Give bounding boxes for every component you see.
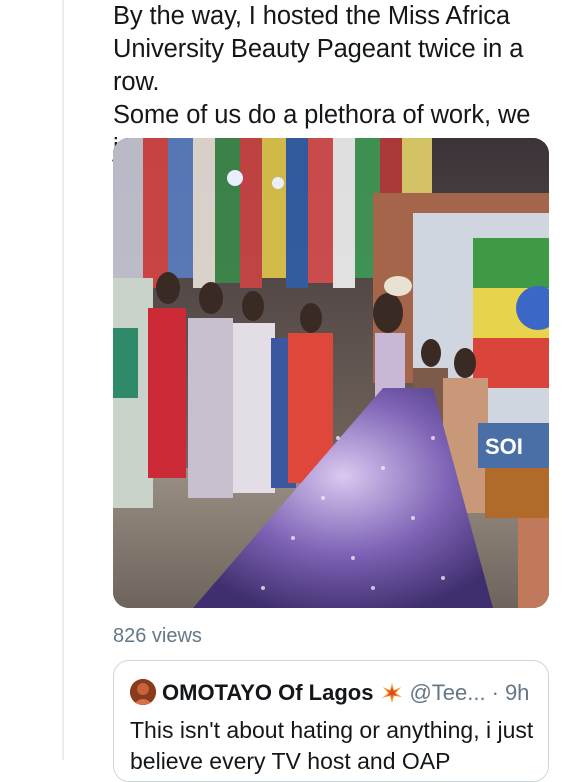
tweet-video-media[interactable]: SOI (113, 138, 549, 608)
quoted-tweet-time[interactable]: 9h (505, 680, 529, 706)
quoted-tweet-text: This isn't about hating or anything, i j… (130, 717, 534, 774)
quoted-tweet-card[interactable]: OMOTAYO Of Lagos @Tee... · 9h This isn't… (113, 660, 549, 782)
view-count: 826 views (113, 625, 202, 647)
quoted-tweet-header: OMOTAYO Of Lagos @Tee... · 9h (162, 679, 529, 707)
header-separator: · (491, 680, 499, 705)
video-overlay-sign: SOI (485, 434, 523, 459)
collision-emoji-icon (381, 682, 403, 704)
pageant-video-still: SOI (113, 138, 549, 608)
quoted-author-name[interactable]: OMOTAYO Of Lagos (162, 680, 373, 706)
thread-connector-line (62, 0, 64, 760)
quoted-author-handle[interactable]: @Tee... (409, 680, 485, 706)
quoted-author-avatar[interactable] (130, 679, 156, 705)
